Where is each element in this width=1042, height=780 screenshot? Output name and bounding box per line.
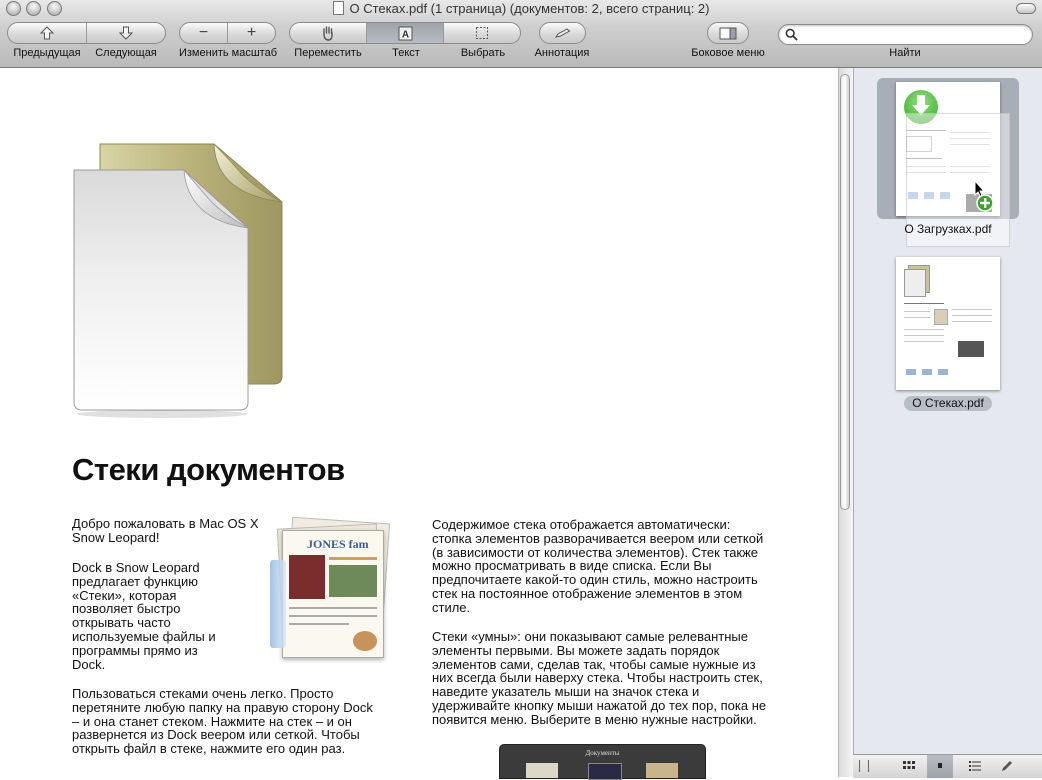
scrollbar-thumb[interactable] bbox=[840, 74, 850, 510]
text-label: Текст bbox=[392, 47, 420, 59]
document-heading: Стеки документов bbox=[72, 452, 345, 487]
annotate-label: Аннотация bbox=[534, 47, 590, 59]
document-proxy-icon[interactable] bbox=[332, 1, 344, 15]
newsletter-stack-image: JONES fam bbox=[270, 516, 396, 665]
sidebar-icon bbox=[719, 27, 737, 39]
zoom-control: − + bbox=[179, 22, 276, 44]
dock-paragraph: Dock в Snow Leopard предлагает функцию «… bbox=[72, 560, 216, 672]
next-page-button[interactable] bbox=[86, 23, 165, 43]
grid-view-icon[interactable] bbox=[903, 761, 915, 771]
hand-icon bbox=[323, 26, 333, 41]
smart-stacks-paragraph: Стеки «умны»: они показывают самые релев… bbox=[432, 629, 767, 727]
svg-text:A: A bbox=[401, 29, 408, 40]
text-cursor-icon: A bbox=[398, 26, 412, 40]
usage-paragraph: Пользоваться стеками очень легко. Просто… bbox=[72, 686, 373, 757]
text-tool-button[interactable]: A bbox=[366, 23, 443, 43]
window-title: О Стеках.pdf (1 страница) (документов: 2… bbox=[0, 1, 1042, 16]
search-field[interactable] bbox=[778, 24, 1033, 45]
auto-display-paragraph: Содержимое стека отображается автоматиче… bbox=[432, 517, 764, 615]
page-navigation-control bbox=[7, 22, 166, 44]
sidebar-item-label-downloads[interactable]: О Загрузках.pdf bbox=[880, 222, 1016, 236]
previous-label: Предыдущая bbox=[13, 47, 81, 59]
sidebar-toggle-body bbox=[708, 23, 748, 43]
previous-page-button[interactable] bbox=[8, 23, 86, 43]
zoom-out-button[interactable]: − bbox=[180, 23, 227, 43]
select-label: Выбрать bbox=[460, 47, 506, 59]
arrow-up-icon bbox=[39, 26, 55, 40]
single-page-icon bbox=[938, 763, 942, 768]
sidebar-item-stacks-thumbnail[interactable] bbox=[896, 257, 1000, 390]
document-stack-icon bbox=[73, 142, 283, 418]
next-label: Следующая bbox=[95, 47, 157, 59]
annotation-pencil-icon[interactable] bbox=[1001, 760, 1013, 772]
pencil-icon bbox=[554, 28, 570, 38]
annotate-button-body bbox=[540, 23, 585, 43]
newsletter-title: JONES fam bbox=[307, 537, 369, 551]
plus-icon: + bbox=[246, 24, 257, 41]
single-thumb-view-button[interactable] bbox=[927, 755, 953, 778]
annotate-button[interactable] bbox=[539, 22, 586, 44]
dock-caption: Документы bbox=[585, 749, 620, 757]
resize-handle-icon[interactable] bbox=[859, 760, 869, 772]
dock-stack-preview-image: Документы bbox=[499, 744, 706, 780]
tool-mode-control: A bbox=[289, 22, 521, 44]
window-toolbar: О Стеках.pdf (1 страница) (документов: 2… bbox=[0, 0, 1042, 68]
search-input[interactable] bbox=[801, 27, 1025, 44]
sidebar-toggle-button[interactable] bbox=[707, 22, 749, 44]
marquee-icon bbox=[476, 27, 488, 39]
sidebar-label: Боковое меню bbox=[691, 47, 765, 59]
find-label: Найти bbox=[889, 47, 921, 59]
sidebar-bottom-bar bbox=[853, 754, 1042, 778]
list-view-icon[interactable] bbox=[969, 761, 981, 771]
intro-paragraph: Добро пожаловать в Mac OS X Snow Leopard… bbox=[72, 516, 259, 545]
arrow-down-icon bbox=[118, 26, 134, 40]
add-cursor-icon bbox=[974, 180, 994, 212]
move-tool-button[interactable] bbox=[290, 23, 366, 43]
sidebar-item-label-stacks[interactable]: О Стеках.pdf bbox=[904, 396, 992, 411]
zoom-in-button[interactable]: + bbox=[227, 23, 275, 43]
minus-icon: − bbox=[198, 24, 209, 41]
select-tool-button[interactable] bbox=[443, 23, 520, 43]
move-label: Переместить bbox=[294, 47, 362, 59]
zoom-label: Изменить масштаб bbox=[178, 47, 277, 59]
toolbar-toggle-button[interactable] bbox=[1016, 3, 1036, 14]
magnifier-icon bbox=[785, 28, 798, 41]
